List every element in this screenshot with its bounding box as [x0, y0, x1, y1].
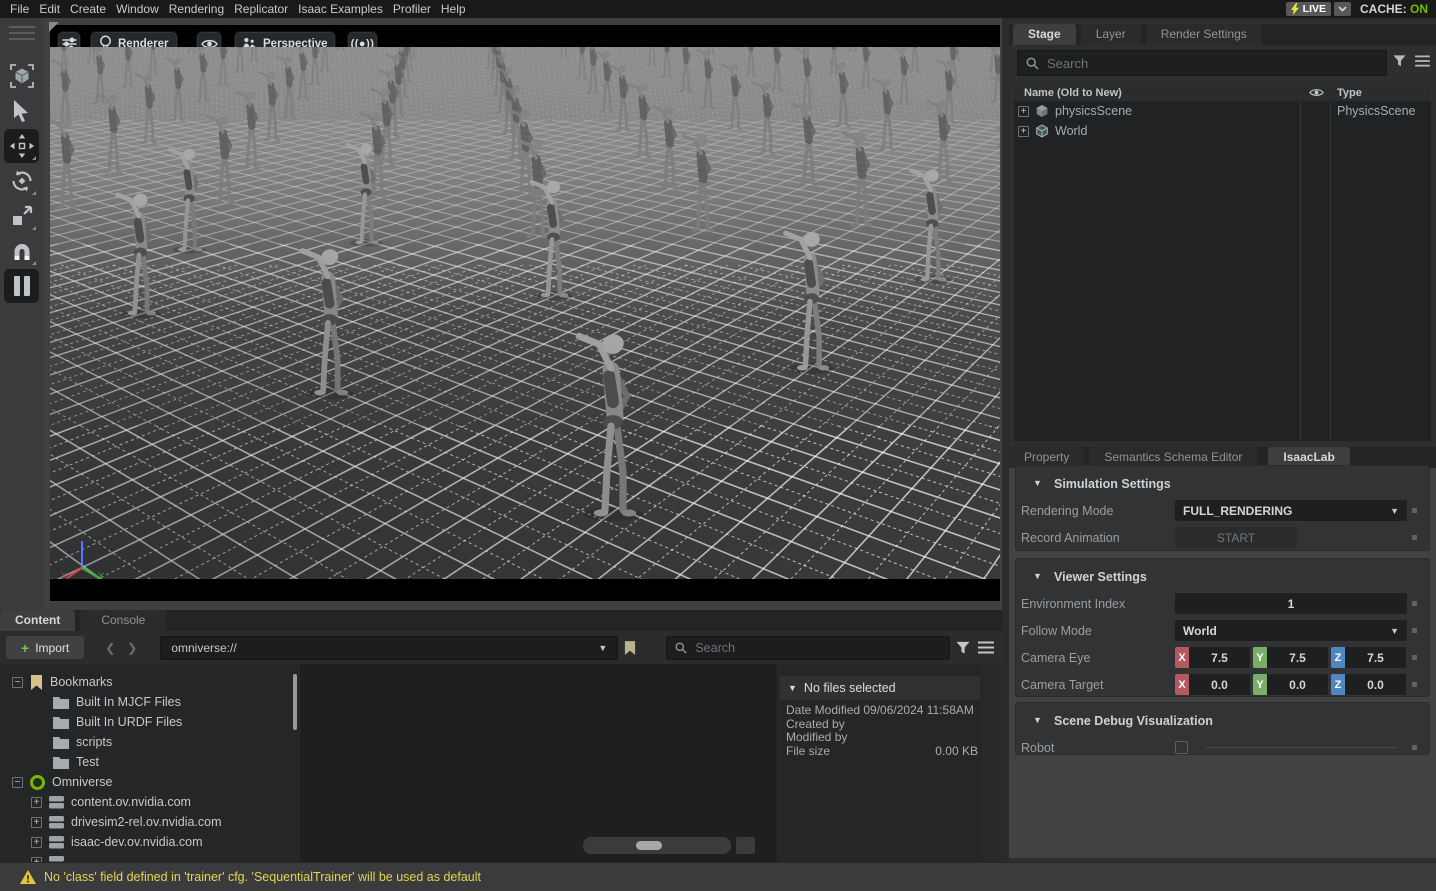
svg-text:X: X: [61, 571, 67, 579]
svg-text:Y: Y: [98, 571, 104, 579]
